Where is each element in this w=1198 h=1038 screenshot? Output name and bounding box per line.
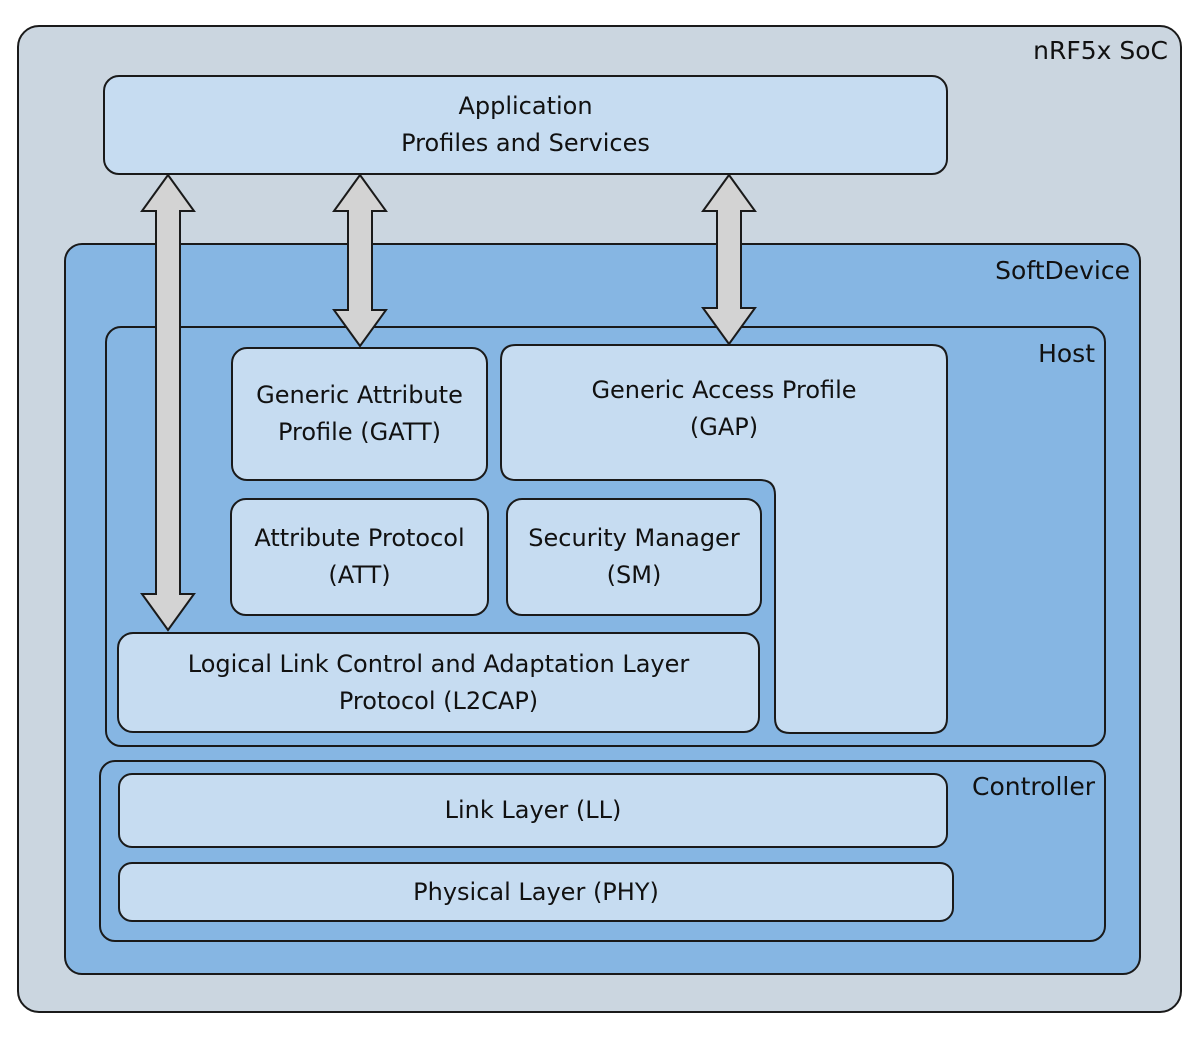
- arrow-app-to-gap: [701, 173, 757, 346]
- arrow-app-to-l2cap: [140, 173, 196, 632]
- arrows-layer: [140, 173, 757, 632]
- arrow-app-to-gatt: [332, 173, 388, 348]
